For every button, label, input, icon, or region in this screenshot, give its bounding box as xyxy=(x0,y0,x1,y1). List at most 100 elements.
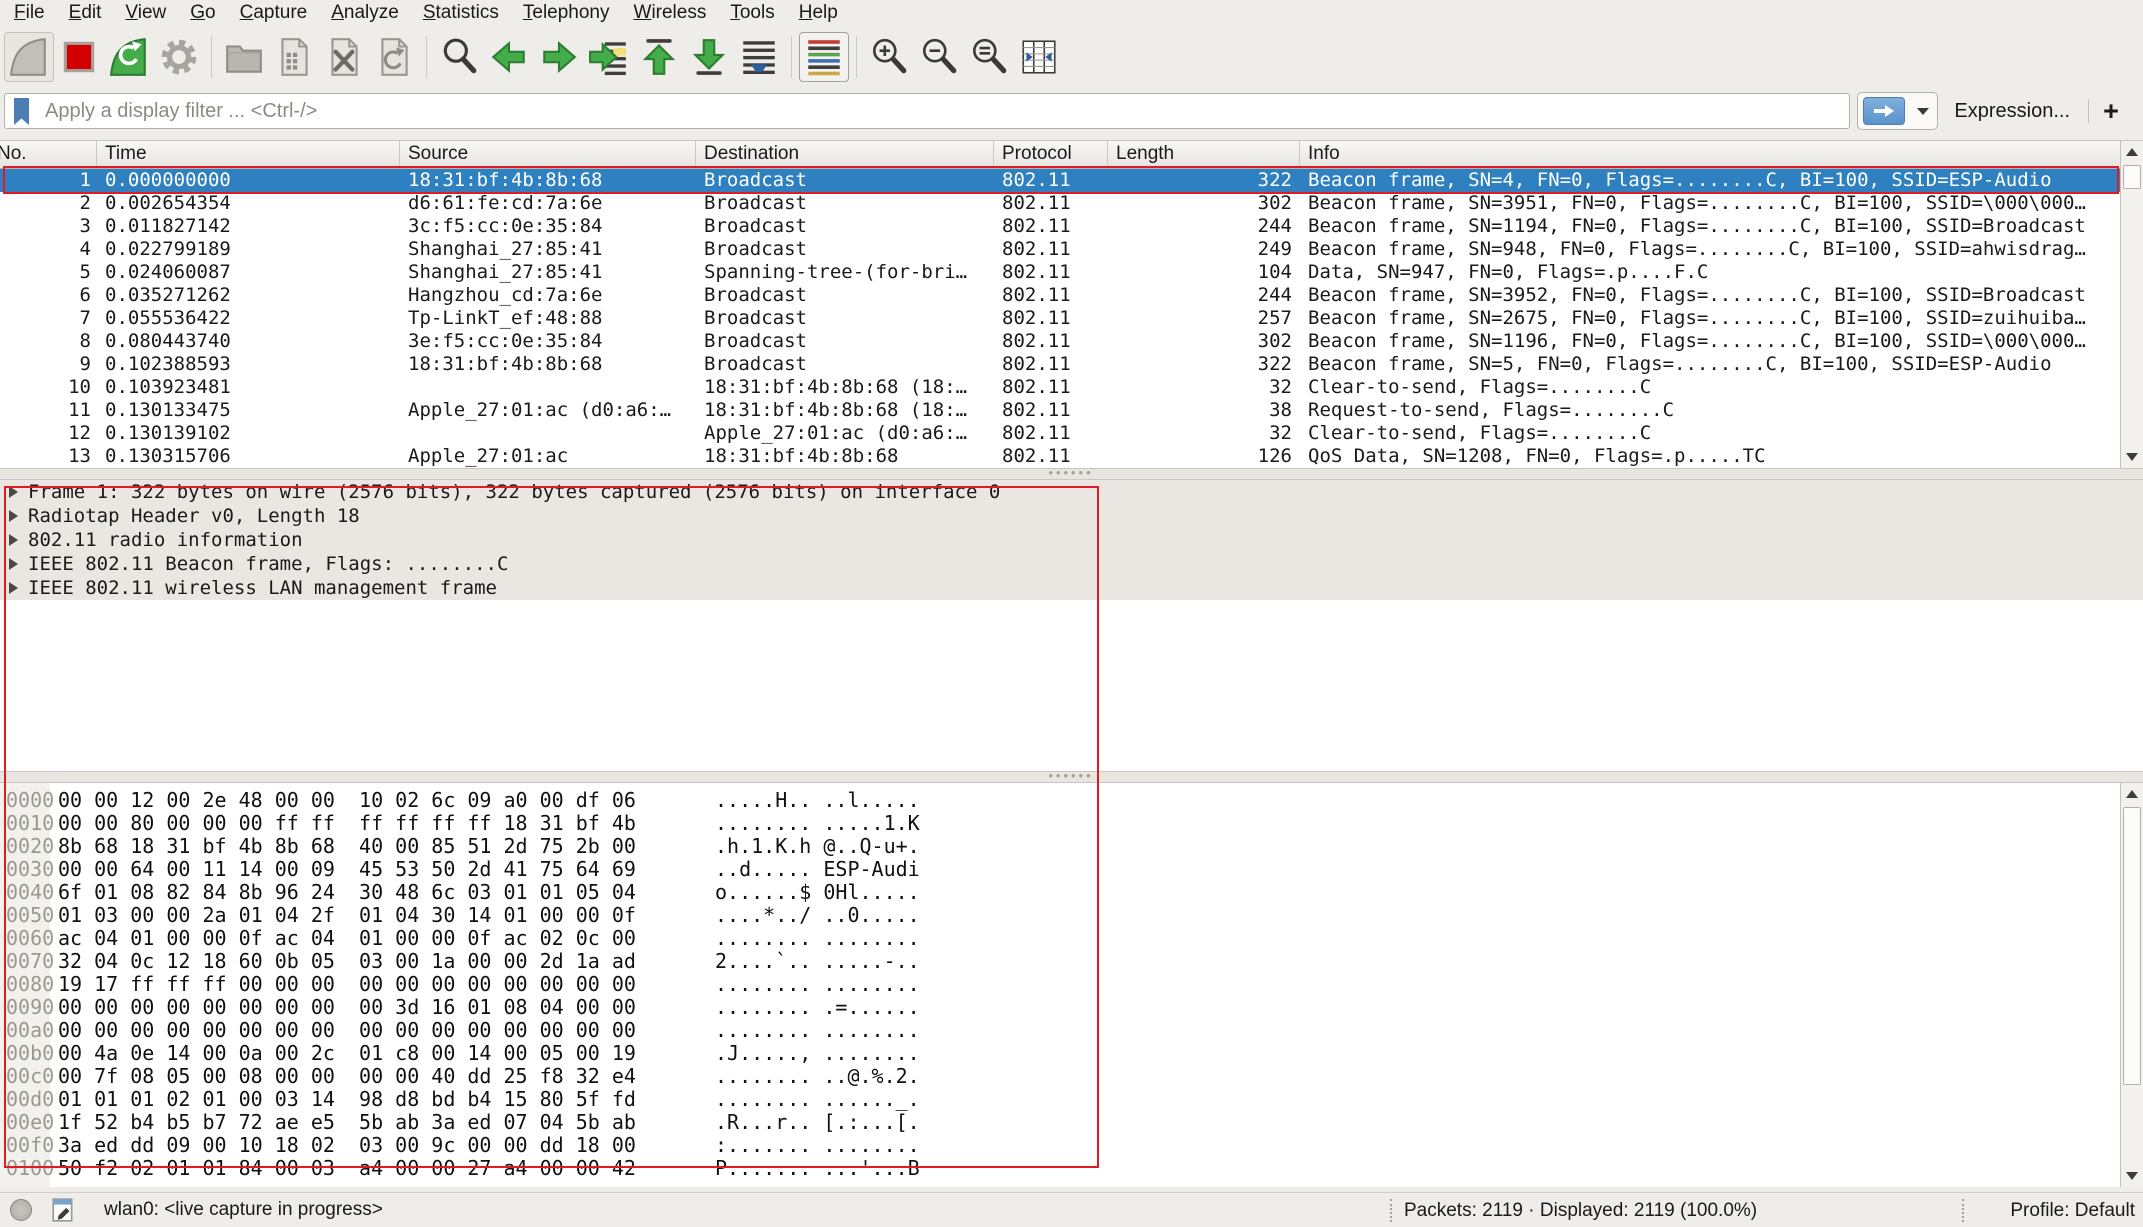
hex-row-00f0[interactable]: 00f03a ed dd 09 00 10 18 02 03 00 9c 00 … xyxy=(0,1133,2143,1156)
scroll-up-icon[interactable] xyxy=(2121,141,2143,163)
hex-row-0010[interactable]: 001000 00 80 00 00 00 ff ff ff ff ff ff … xyxy=(0,811,2143,834)
menu-edit[interactable]: Edit xyxy=(57,1,114,26)
column-header-time[interactable]: Time xyxy=(97,141,400,168)
packet-row-1[interactable]: 10.00000000018:31:bf:4b:8b:68Broadcast80… xyxy=(0,169,2143,192)
close-file-button[interactable] xyxy=(319,32,369,82)
hex-row-0080[interactable]: 008019 17 ff ff ff 00 00 00 00 00 00 00 … xyxy=(0,972,2143,995)
menu-capture[interactable]: Capture xyxy=(228,1,320,26)
column-header-destination[interactable]: Destination xyxy=(696,141,994,168)
colorize-packets-button[interactable] xyxy=(799,32,849,82)
zoom-reset-button[interactable] xyxy=(964,32,1014,82)
column-header-length[interactable]: Length xyxy=(1108,141,1300,168)
auto-scroll-button[interactable] xyxy=(734,32,784,82)
hex-row-0070[interactable]: 007032 04 0c 12 18 60 0b 05 03 00 1a 00 … xyxy=(0,949,2143,972)
open-file-button[interactable] xyxy=(219,32,269,82)
expand-triangle-icon[interactable] xyxy=(9,582,18,594)
cell-destination: Broadcast xyxy=(696,192,994,215)
scroll-up-icon[interactable] xyxy=(2121,783,2143,805)
expert-info-icon[interactable] xyxy=(10,1199,32,1221)
detail-row-4[interactable]: IEEE 802.11 wireless LAN management fram… xyxy=(0,576,2143,600)
zoom-out-button[interactable] xyxy=(914,32,964,82)
menu-help[interactable]: Help xyxy=(787,1,850,26)
go-forward-button[interactable] xyxy=(534,32,584,82)
add-filter-button[interactable]: + xyxy=(2089,96,2133,127)
scrollbar-thumb[interactable] xyxy=(2123,165,2141,189)
menu-file[interactable]: File xyxy=(2,1,57,26)
cell-time: 0.022799189 xyxy=(97,238,400,261)
column-header-no[interactable]: No. xyxy=(0,141,97,168)
packet-row-3[interactable]: 30.0118271423c:f5:cc:0e:35:84Broadcast80… xyxy=(0,215,2143,238)
hex-row-0100[interactable]: 010050 f2 02 01 01 84 00 03 a4 00 00 27 … xyxy=(0,1156,2143,1179)
hex-row-0000[interactable]: 000000 00 12 00 2e 48 00 00 10 02 6c 09 … xyxy=(0,788,2143,811)
menu-analyze[interactable]: Analyze xyxy=(319,1,411,26)
hex-row-00b0[interactable]: 00b000 4a 0e 14 00 0a 00 2c 01 c8 00 14 … xyxy=(0,1041,2143,1064)
reload-file-button[interactable] xyxy=(369,32,419,82)
display-filter-field[interactable] xyxy=(4,93,1850,129)
expand-triangle-icon[interactable] xyxy=(9,510,18,522)
packet-row-4[interactable]: 40.022799189Shanghai_27:85:41Broadcast80… xyxy=(0,238,2143,261)
capture-options-button[interactable] xyxy=(154,32,204,82)
hex-row-00e0[interactable]: 00e01f 52 b4 b5 b7 72 ae e5 5b ab 3a ed … xyxy=(0,1110,2143,1133)
column-header-info[interactable]: Info xyxy=(1300,141,2143,168)
hex-splitter[interactable]: •••••• xyxy=(0,771,2143,783)
detail-row-1[interactable]: Radiotap Header v0, Length 18 xyxy=(0,504,2143,528)
apply-filter-button[interactable] xyxy=(1863,97,1905,125)
display-filter-input[interactable] xyxy=(5,94,1849,128)
detail-row-0[interactable]: Frame 1: 322 bytes on wire (2576 bits), … xyxy=(0,480,2143,504)
menu-go[interactable]: Go xyxy=(178,1,227,26)
packet-row-9[interactable]: 90.10238859318:31:bf:4b:8b:68Broadcast80… xyxy=(0,353,2143,376)
menu-view[interactable]: View xyxy=(113,1,178,26)
hex-row-00d0[interactable]: 00d001 01 01 02 01 00 03 14 98 d8 bd b4 … xyxy=(0,1087,2143,1110)
packet-row-10[interactable]: 100.10392348118:31:bf:4b:8b:68 (18:…802.… xyxy=(0,376,2143,399)
hex-row-00c0[interactable]: 00c000 7f 08 05 00 08 00 00 00 00 40 dd … xyxy=(0,1064,2143,1087)
cell-length: 322 xyxy=(1108,169,1300,192)
column-header-protocol[interactable]: Protocol xyxy=(994,141,1108,168)
hex-scrollbar[interactable] xyxy=(2120,783,2143,1187)
hex-row-0090[interactable]: 009000 00 00 00 00 00 00 00 00 3d 16 01 … xyxy=(0,995,2143,1018)
hex-row-0050[interactable]: 005001 03 00 00 2a 01 04 2f 01 04 30 14 … xyxy=(0,903,2143,926)
menu-wireless[interactable]: Wireless xyxy=(622,1,719,26)
go-to-packet-button[interactable] xyxy=(584,32,634,82)
go-last-packet-button[interactable] xyxy=(684,32,734,82)
expression-button[interactable]: Expression... xyxy=(1954,100,2070,123)
packet-row-8[interactable]: 80.0804437403e:f5:cc:0e:35:84Broadcast80… xyxy=(0,330,2143,353)
hex-ascii: ........ ......_. xyxy=(715,1087,920,1111)
column-header-source[interactable]: Source xyxy=(400,141,696,168)
hex-row-0030[interactable]: 003000 00 64 00 11 14 00 09 45 53 50 2d … xyxy=(0,857,2143,880)
menu-tools[interactable]: Tools xyxy=(718,1,786,26)
packet-list-scrollbar[interactable] xyxy=(2120,141,2143,468)
detail-row-2[interactable]: 802.11 radio information xyxy=(0,528,2143,552)
expand-triangle-icon[interactable] xyxy=(9,534,18,546)
hex-row-0020[interactable]: 00208b 68 18 31 bf 4b 8b 68 40 00 85 51 … xyxy=(0,834,2143,857)
packet-row-5[interactable]: 50.024060087Shanghai_27:85:41Spanning-tr… xyxy=(0,261,2143,284)
packet-row-12[interactable]: 120.130139102Apple_27:01:ac (d0:a6:…802.… xyxy=(0,422,2143,445)
expand-triangle-icon[interactable] xyxy=(9,486,18,498)
packet-row-7[interactable]: 70.055536422Tp-LinkT_ef:48:88Broadcast80… xyxy=(0,307,2143,330)
profile-selector[interactable]: Profile: Default xyxy=(2010,1200,2135,1222)
restart-capture-button[interactable] xyxy=(104,32,154,82)
filter-history-caret-icon[interactable] xyxy=(1917,108,1929,115)
scroll-down-icon[interactable] xyxy=(2121,1165,2143,1187)
resize-columns-button[interactable] xyxy=(1014,32,1064,82)
details-splitter[interactable]: •••••• xyxy=(0,468,2143,480)
hex-row-00a0[interactable]: 00a000 00 00 00 00 00 00 00 00 00 00 00 … xyxy=(0,1018,2143,1041)
stop-capture-button[interactable] xyxy=(54,32,104,82)
packet-row-2[interactable]: 20.002654354d6:61:fe:cd:7a:6eBroadcast80… xyxy=(0,192,2143,215)
detail-row-3[interactable]: IEEE 802.11 Beacon frame, Flags: .......… xyxy=(0,552,2143,576)
hex-row-0040[interactable]: 00406f 01 08 82 84 8b 96 24 30 48 6c 03 … xyxy=(0,880,2143,903)
scrollbar-thumb[interactable] xyxy=(2123,807,2141,1085)
menu-telephony[interactable]: Telephony xyxy=(511,1,622,26)
start-capture-button[interactable] xyxy=(4,32,54,82)
packet-row-6[interactable]: 60.035271262Hangzhou_cd:7a:6eBroadcast80… xyxy=(0,284,2143,307)
hex-row-0060[interactable]: 0060ac 04 01 00 00 0f ac 04 01 00 00 0f … xyxy=(0,926,2143,949)
expand-triangle-icon[interactable] xyxy=(9,558,18,570)
capture-comment-icon[interactable] xyxy=(50,1197,76,1223)
go-back-button[interactable] xyxy=(484,32,534,82)
scroll-down-icon[interactable] xyxy=(2121,446,2143,468)
packet-row-11[interactable]: 110.130133475Apple_27:01:ac (d0:a6:…18:3… xyxy=(0,399,2143,422)
menu-statistics[interactable]: Statistics xyxy=(411,1,511,26)
find-packet-button[interactable] xyxy=(434,32,484,82)
zoom-in-button[interactable] xyxy=(864,32,914,82)
go-first-packet-button[interactable] xyxy=(634,32,684,82)
save-file-button[interactable] xyxy=(269,32,319,82)
